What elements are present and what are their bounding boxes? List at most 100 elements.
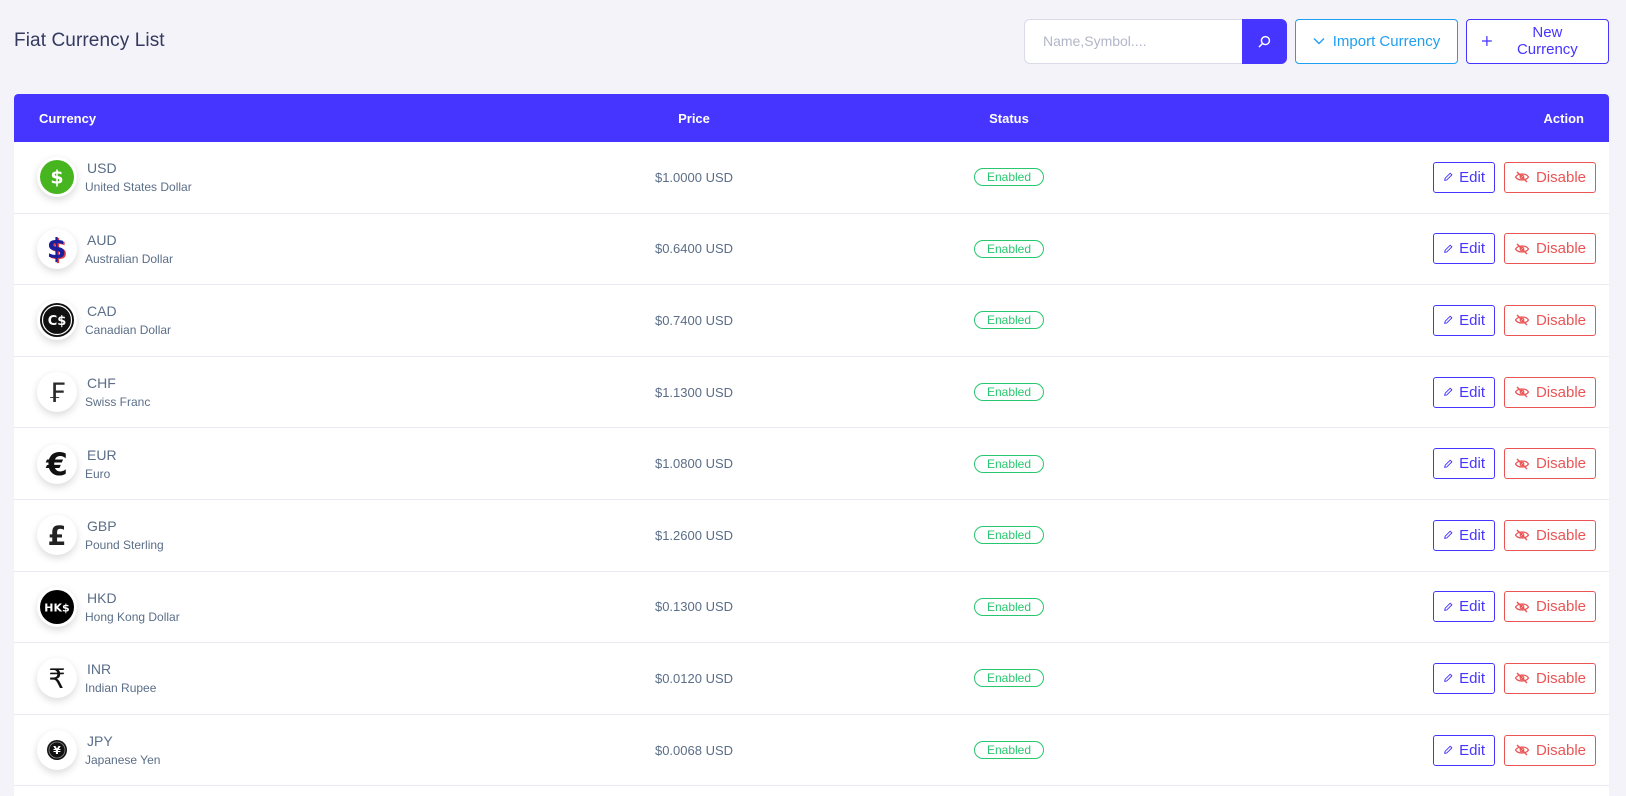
svg-text:¥: ¥ — [53, 744, 61, 757]
disable-label: Disable — [1535, 455, 1586, 473]
action-cell: Edit Disable — [1084, 233, 1609, 265]
currency-avatar: ₣ — [37, 372, 77, 413]
edit-button[interactable]: Edit — [1433, 376, 1495, 408]
currency-avatar: € — [37, 443, 77, 484]
edit-button[interactable]: Edit — [1433, 161, 1495, 193]
status-cell: Enabled — [934, 311, 1084, 330]
svg-text:$: $ — [50, 167, 63, 189]
disable-label: Disable — [1535, 526, 1586, 544]
currency-name: Canadian Dollar — [85, 323, 172, 338]
svg-text:HK$: HK$ — [44, 601, 69, 614]
edit-label: Edit — [1459, 240, 1485, 258]
green-dollar-icon: $ — [40, 160, 74, 195]
import-currency-button[interactable]: Import Currency — [1295, 18, 1458, 64]
currency-price: $1.2600 USD — [654, 527, 734, 543]
pencil-icon — [1444, 244, 1453, 253]
status-badge: Enabled — [973, 526, 1045, 545]
action-cell: Edit Disable — [1084, 662, 1609, 694]
currency-avatar: $ $ — [37, 228, 77, 269]
status-cell: Enabled — [934, 526, 1084, 545]
edit-button[interactable]: Edit — [1433, 304, 1495, 336]
status-badge: Enabled — [973, 239, 1045, 258]
currency-avatar: ₹ — [37, 658, 77, 699]
edit-button[interactable]: Edit — [1433, 519, 1495, 551]
action-cell: Edit Disable — [1084, 304, 1609, 336]
euro-icon: € — [45, 447, 68, 482]
eye-slash-icon — [1514, 529, 1530, 541]
rupee-icon: ₹ — [48, 664, 65, 695]
disable-label: Disable — [1535, 168, 1586, 186]
aud-dollar-icon: $$ — [47, 232, 68, 266]
edit-button[interactable]: Edit — [1433, 448, 1495, 480]
eye-slash-icon — [1514, 744, 1530, 756]
disable-button[interactable]: Disable — [1504, 376, 1596, 408]
search-button[interactable] — [1242, 18, 1287, 64]
currency-name: Euro — [85, 466, 111, 481]
currency-code: INR — [87, 661, 112, 678]
table-row-usd: $ USD United States Dollar $1.0000 USD E… — [14, 142, 1609, 214]
status-badge: Enabled — [973, 383, 1045, 402]
currency-cell: ₣ CHF Swiss Franc — [14, 372, 454, 413]
pencil-icon — [1444, 316, 1453, 325]
eye-slash-icon — [1514, 171, 1530, 183]
disable-label: Disable — [1535, 383, 1586, 401]
table-row-inr: ₹ INR Indian Rupee $0.0120 USD Enabled E… — [14, 643, 1609, 715]
edit-label: Edit — [1459, 598, 1485, 616]
currency-table: Currency Price Status Action $ USD Unite… — [14, 94, 1609, 796]
table-row-jpy: ¥ JPY Japanese Yen $0.0068 USD Enabled E… — [14, 715, 1609, 787]
currency-code: CAD — [87, 303, 117, 320]
pencil-icon — [1444, 530, 1453, 540]
currency-price: $1.0800 USD — [654, 456, 734, 472]
status-cell: Enabled — [934, 383, 1084, 402]
disable-label: Disable — [1535, 598, 1586, 616]
svg-text:£: £ — [48, 521, 67, 552]
currency-cell: ₹ INR Indian Rupee — [14, 658, 454, 699]
disable-button[interactable]: Disable — [1504, 161, 1596, 193]
action-cell: Edit Disable — [1084, 591, 1609, 623]
edit-button[interactable]: Edit — [1433, 662, 1495, 694]
action-cell: Edit Disable — [1084, 161, 1609, 193]
edit-label: Edit — [1459, 526, 1485, 544]
pencil-icon — [1444, 173, 1453, 182]
currency-name: Australian Dollar — [85, 251, 174, 266]
table-row-cad: C$ CAD Canadian Dollar $0.7400 USD Enabl… — [14, 285, 1609, 357]
currency-cell: HK$ HKD Hong Kong Dollar — [14, 586, 454, 627]
edit-label: Edit — [1459, 455, 1485, 473]
disable-label: Disable — [1535, 741, 1586, 759]
disable-button[interactable]: Disable — [1504, 448, 1596, 480]
currency-name: Pound Sterling — [85, 538, 164, 553]
disable-button[interactable]: Disable — [1504, 304, 1596, 336]
edit-label: Edit — [1459, 311, 1485, 329]
currency-price: $0.7400 USD — [654, 312, 734, 328]
currency-code: GBP — [87, 518, 117, 535]
disable-button[interactable]: Disable — [1504, 662, 1596, 694]
edit-button[interactable]: Edit — [1433, 734, 1495, 766]
yen-icon: ¥ — [47, 740, 67, 761]
currency-name: United States Dollar — [85, 180, 192, 195]
edit-button[interactable]: Edit — [1433, 233, 1495, 265]
page-header: Fiat Currency List Import Currency New C… — [14, 18, 1609, 64]
disable-button[interactable]: Disable — [1504, 591, 1596, 623]
table-row-gbp: £ GBP Pound Sterling $1.2600 USD Enabled… — [14, 500, 1609, 572]
disable-button[interactable]: Disable — [1504, 233, 1596, 265]
svg-text:€: € — [45, 447, 68, 482]
status-badge: Enabled — [973, 454, 1045, 473]
search-input[interactable] — [1024, 18, 1242, 64]
eye-slash-icon — [1514, 243, 1530, 255]
currency-name: Hong Kong Dollar — [85, 609, 180, 624]
disable-button[interactable]: Disable — [1504, 519, 1596, 551]
currency-cell: € EUR Euro — [14, 443, 454, 484]
currency-code: HKD — [87, 589, 117, 606]
eye-slash-icon — [1514, 672, 1530, 684]
edit-button[interactable]: Edit — [1433, 591, 1495, 623]
currency-price: $0.0068 USD — [654, 742, 734, 758]
header-controls: Import Currency New Currency — [1024, 18, 1609, 64]
currency-cell: $ $ AUD Australian Dollar — [14, 228, 454, 269]
new-currency-button[interactable]: New Currency — [1466, 18, 1609, 64]
status-badge: Enabled — [973, 669, 1045, 688]
eye-slash-icon — [1514, 315, 1530, 326]
table-row-aud: $ $ AUD Australian Dollar $0.6400 USD Ena… — [14, 214, 1609, 286]
disable-button[interactable]: Disable — [1504, 734, 1596, 766]
eye-slash-icon — [1514, 458, 1530, 470]
plus-icon — [1481, 36, 1492, 46]
